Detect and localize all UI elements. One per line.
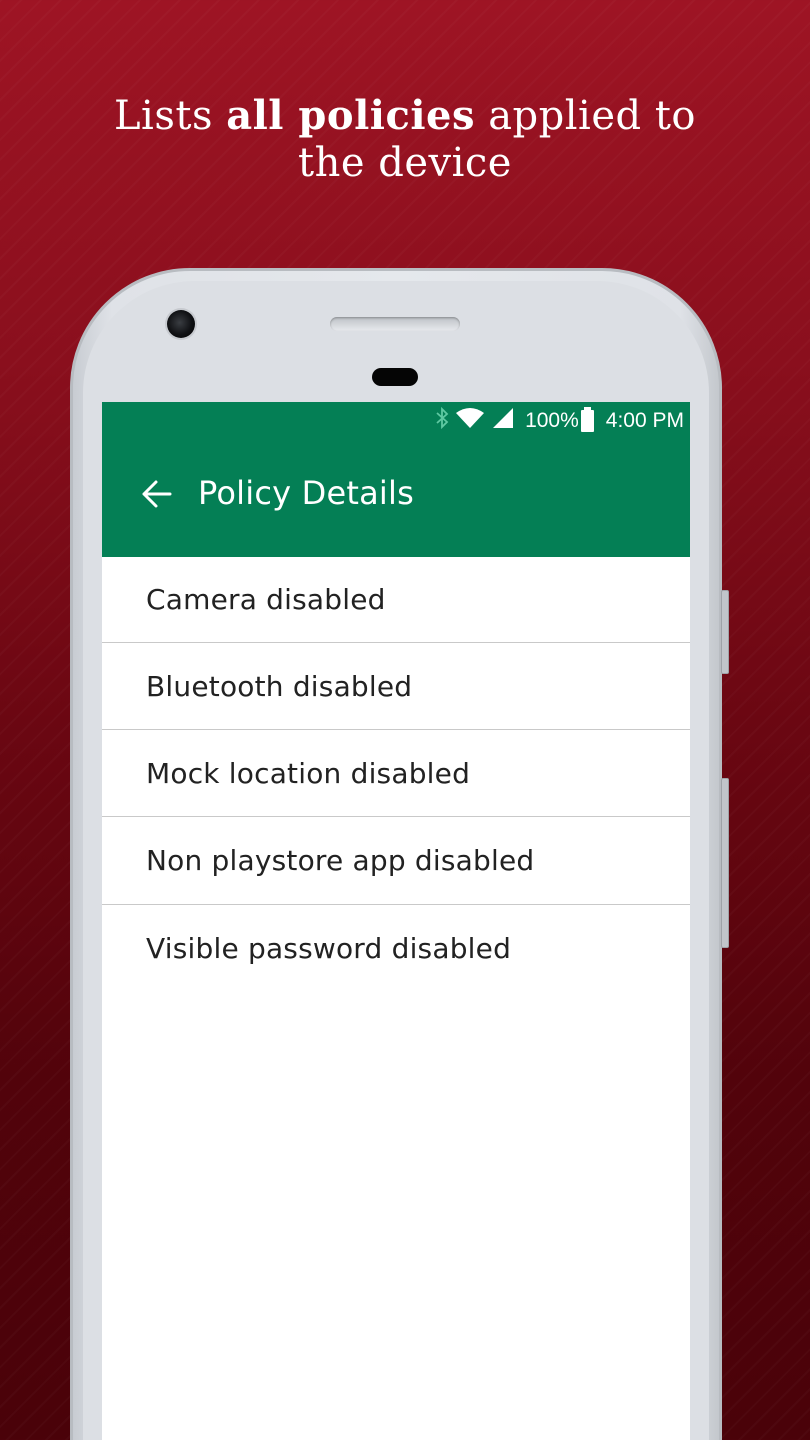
promo-line1-pre: Lists [113, 93, 227, 139]
status-time: 4:00 PM [605, 409, 684, 432]
promo-line2: the device [298, 140, 512, 186]
promo-line1-post: applied to [474, 93, 696, 139]
front-camera-icon [167, 310, 195, 338]
phone-power-button [721, 778, 729, 948]
promo-headline: Lists all policies applied to the device [0, 92, 810, 187]
policy-item-camera[interactable]: Camera disabled [102, 557, 690, 643]
phone-screen: 100% 4:00 PM Policy Details Camera disab… [102, 402, 690, 1440]
earpiece-speaker [330, 317, 460, 331]
status-icons: 100% 4:00 PM [429, 406, 684, 435]
bluetooth-icon [435, 406, 449, 435]
battery-icon [580, 407, 594, 432]
wifi-icon [455, 407, 485, 435]
phone-volume-button [721, 590, 729, 674]
page-title: Policy Details [198, 474, 414, 512]
policy-item-non-playstore[interactable]: Non playstore app disabled [102, 817, 690, 905]
back-arrow-icon[interactable] [136, 472, 180, 516]
policy-item-bluetooth[interactable]: Bluetooth disabled [102, 643, 690, 730]
policy-item-visible-password[interactable]: Visible password disabled [102, 905, 690, 991]
policy-item-mock-location[interactable]: Mock location disabled [102, 730, 690, 817]
battery-level: 100% [525, 409, 579, 432]
status-bar: 100% 4:00 PM [102, 402, 690, 440]
policy-list: Camera disabled Bluetooth disabled Mock … [102, 557, 690, 991]
proximity-sensor [372, 368, 418, 386]
promo-line1-bold: all policies [226, 92, 475, 139]
signal-icon [491, 407, 515, 435]
app-bar: Policy Details [102, 440, 690, 557]
